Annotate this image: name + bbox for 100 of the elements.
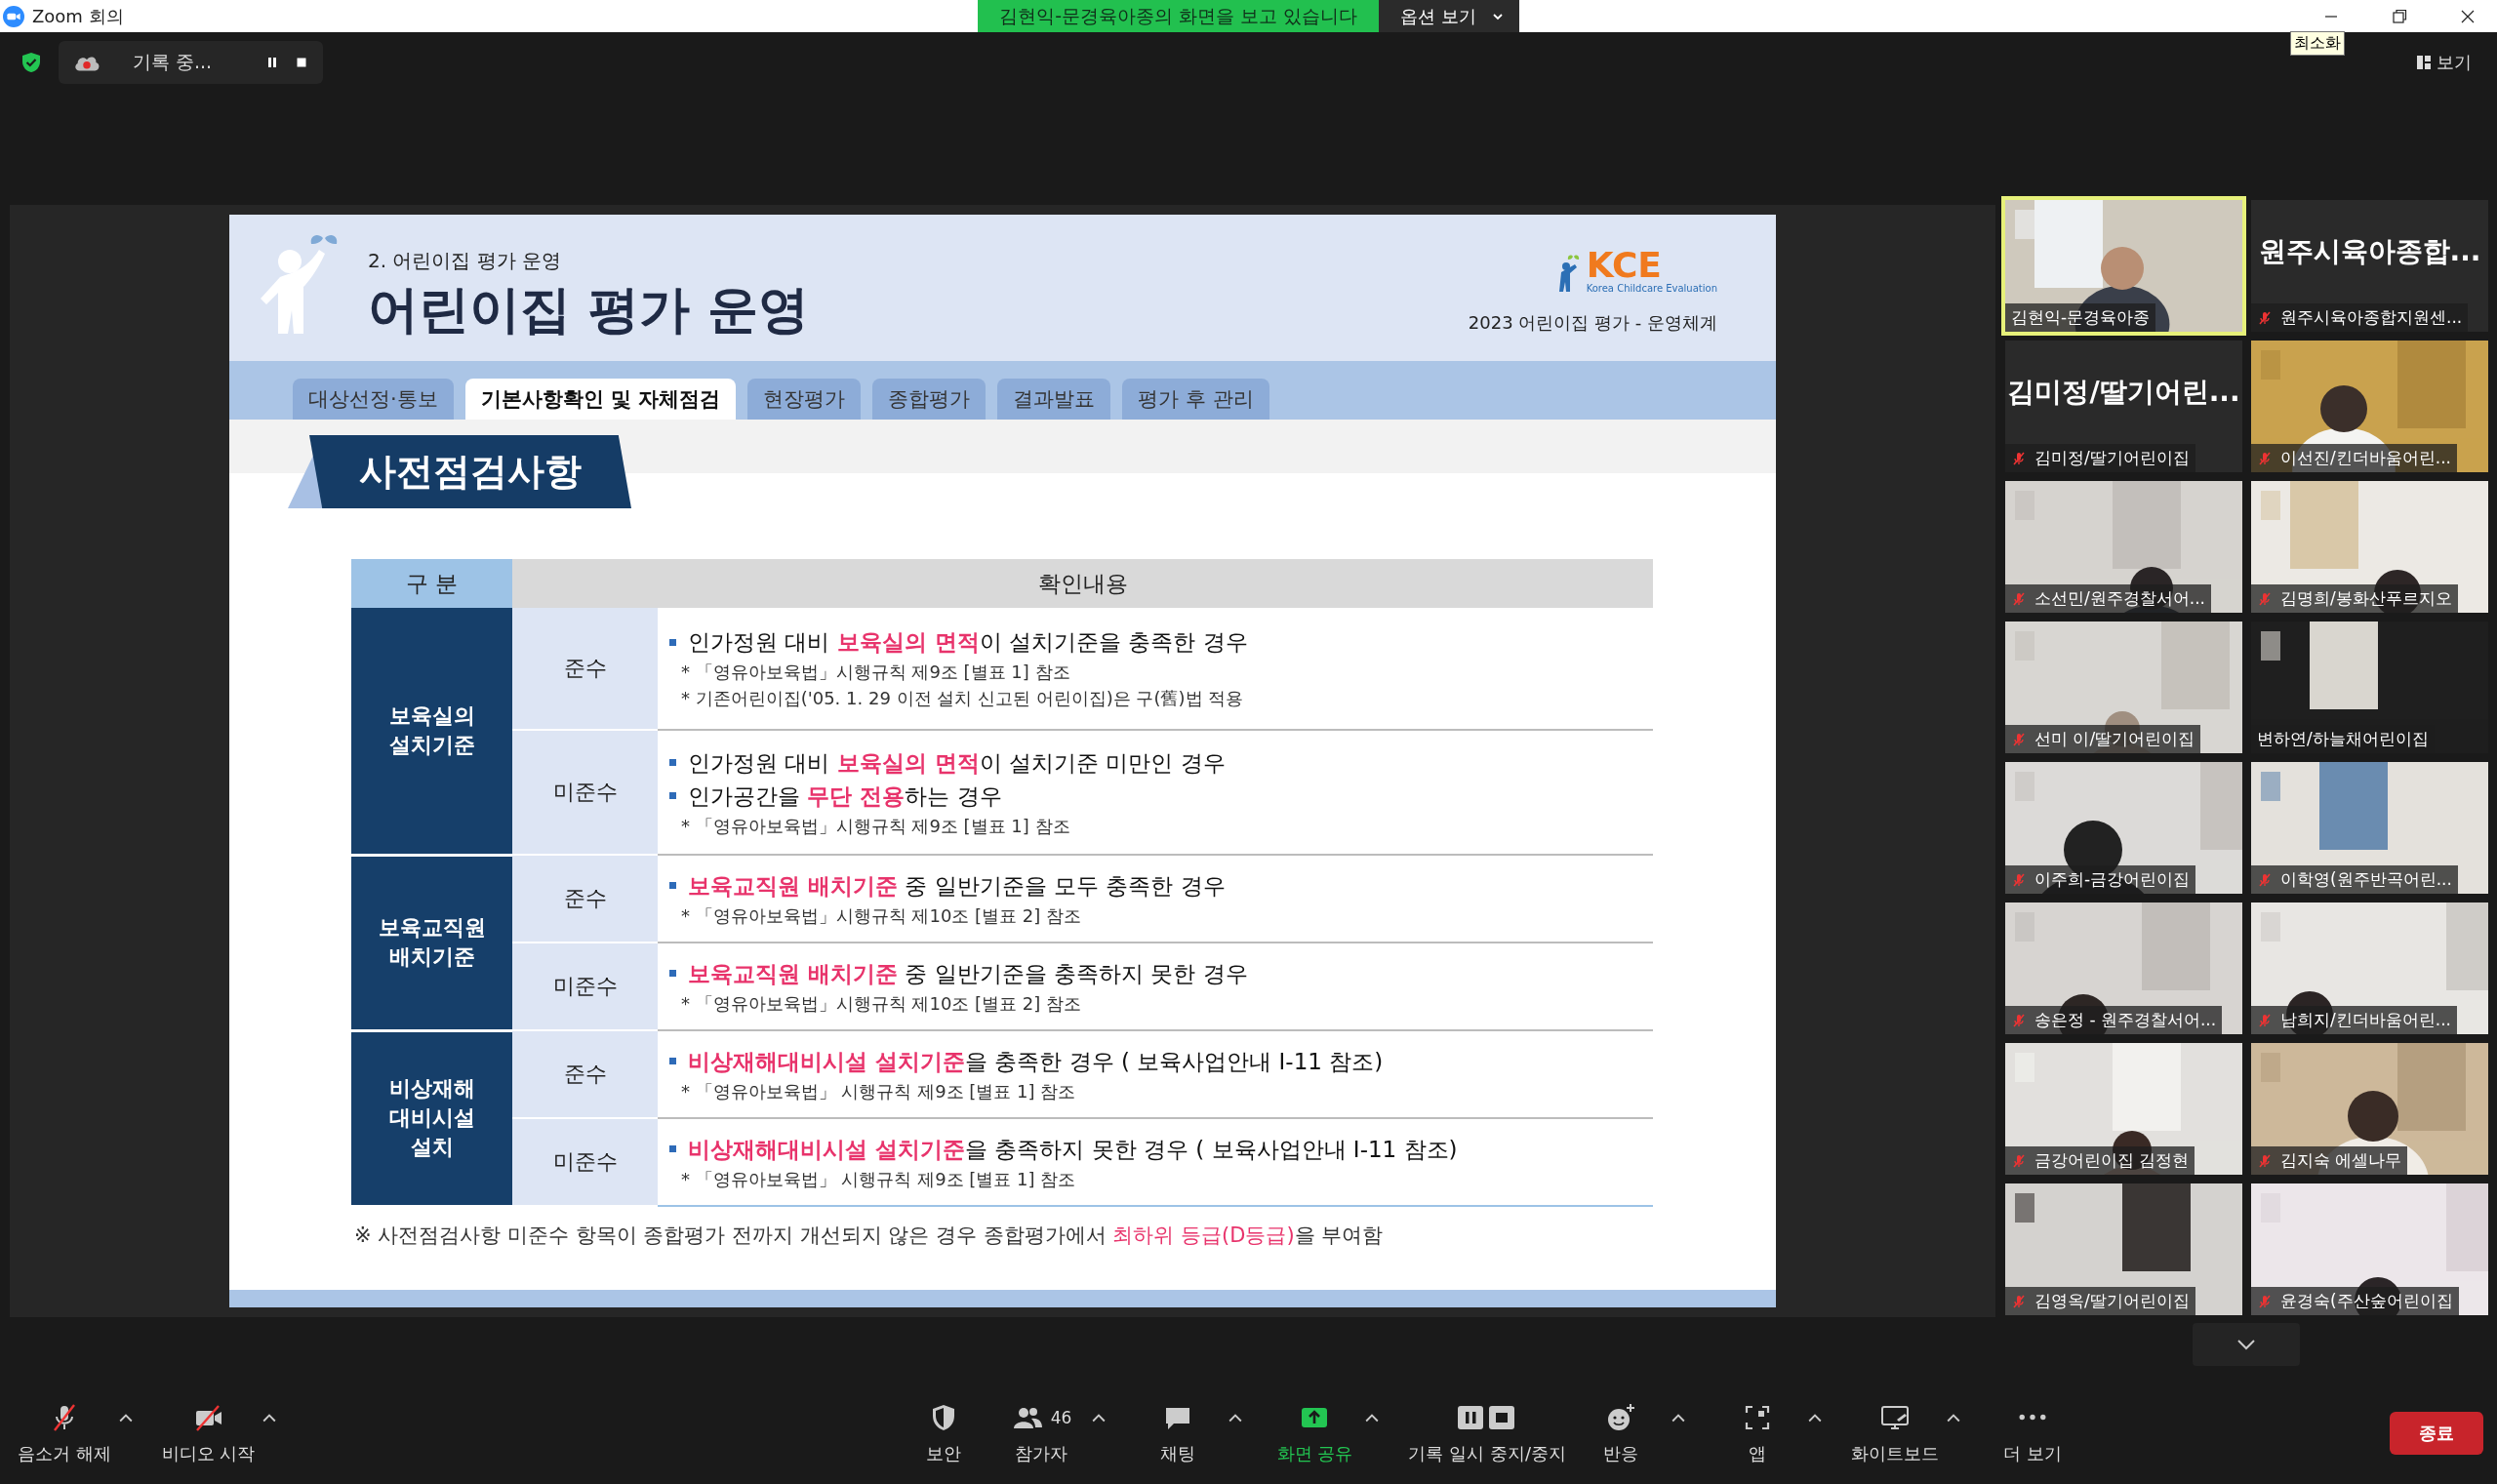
muted-mic-icon [2257,450,2273,466]
participant-name: 윤경숙(주산숲어린이집 [2280,1290,2453,1312]
caret-icon[interactable] [118,1412,133,1423]
muted-mic-icon [2257,871,2273,888]
caret-icon[interactable] [1092,1412,1107,1423]
bullet-icon [669,638,676,646]
apps-button[interactable]: 앱 [1709,1394,1806,1471]
caret-icon[interactable] [1228,1412,1243,1423]
section-label: 2. 어린이집 평가 운영 [368,248,563,274]
caret-icon[interactable] [262,1412,277,1423]
status-cell: 준수 [512,608,658,730]
status-cell: 미준수 [512,1118,658,1206]
table-header-cell: 확인내용 [512,559,1653,608]
shield-check-icon[interactable] [20,51,43,74]
more-button[interactable]: 더 보기 [1984,1394,2081,1471]
video-tile[interactable]: 김영옥/딸기어린이집 [2005,1183,2242,1315]
muted-mic-icon [2257,1152,2273,1169]
muted-mic-icon [2011,450,2027,466]
participant-name: 남희지/킨더바움어린... [2280,1009,2451,1031]
participant-name: 선미 이/딸기어린이집 [2034,728,2195,750]
bullet-icon [669,792,676,799]
bullet-icon [669,882,676,889]
participant-display-name: 김미정/딸기어린... [2007,374,2240,410]
status-cell: 준수 [512,855,658,943]
status-cell: 미준수 [512,943,658,1030]
grid-icon [2417,56,2431,69]
security-button[interactable]: 보안 [895,1394,993,1471]
view-button[interactable]: 보기 [2411,50,2477,75]
video-tile[interactable]: 선미 이/딸기어린이집 [2005,622,2242,753]
video-tile[interactable]: 김지숙 에셀나무 [2251,1043,2488,1175]
participant-name: 김지숙 에셀나무 [2280,1149,2402,1172]
video-tile[interactable]: 남희지/킨더바움어린... [2251,902,2488,1034]
reactions-button[interactable]: 반응 [1572,1394,1670,1471]
reference-note: * 「영유아보육법」시행규칙 제9조 [별표 1] 참조 [681,662,1070,682]
criterion-text: 인가정원 대비 보육실의 면적이 설치기준 미만인 경우 [688,748,1226,778]
reference-note: * 「영유아보육법」시행규칙 제10조 [별표 2] 참조 [681,904,1081,926]
muted-mic-icon [2011,1012,2027,1028]
reference-note: * 「영유아보육법」시행규칙 제9조 [별표 1] 참조 [681,815,1070,836]
caret-icon[interactable] [1947,1412,1960,1423]
view-options-button[interactable]: 옵션 보기 [1379,0,1519,32]
caret-icon[interactable] [1365,1412,1380,1423]
status-cell: 준수 [512,1030,658,1118]
participant-name: 변하연/하늘채어린이집 [2257,728,2429,750]
chat-button[interactable]: 채팅 [1129,1394,1228,1471]
more-dots-icon [2019,1414,2046,1421]
participant-name: 이선진/킨더바움어린... [2280,447,2451,469]
participant-name: 소선민/원주경찰서어... [2034,587,2205,610]
muted-mic-icon [2257,1293,2273,1309]
muted-mic-icon [2257,309,2273,326]
share-button[interactable]: 화면 공유 [1266,1394,1364,1471]
participant-name: 원주시육아종합지원센... [2280,306,2463,329]
criterion-text: 인가공간을 무단 전용하는 경우 [688,782,1002,811]
participant-name: 김현익-문경육아종 [2011,306,2151,329]
criterion-text: 비상재해대비시설 설치기준을 충족하지 못한 경우 ( 보육사업안내 Ⅰ-11 참조) [688,1135,1458,1164]
window-title: Zoom 회의 [32,4,124,28]
bullet-icon [669,759,676,766]
caret-icon[interactable] [1808,1412,1822,1423]
video-tile[interactable]: 송은정 - 원주경찰서어... [2005,902,2242,1034]
video-tile[interactable]: 이학영(원주반곡어린... [2251,762,2488,894]
footnote: ※ 사전점검사항 미준수 항목이 종합평가 전까지 개선되지 않은 경우 종합평가에서 최하위 등급(D등급)을 부여함 [354,1222,1385,1249]
video-tile[interactable]: 이선진/킨더바움어린... [2251,341,2488,472]
participant-name: 이주희-금강어린이집 [2034,868,2191,891]
bullet-icon [669,1058,676,1064]
slide-title: 어린이집 평가 운영 [368,279,810,341]
criterion-text: 인가정원 대비 보육실의 면적이 설치기준을 충족한 경우 [688,628,1248,657]
criterion-text: 보육교직원 배치기준 중 일반기준을 모두 충족한 경우 [688,871,1226,901]
reference-note: * 「영유아보육법」시행규칙 제10조 [별표 2] 참조 [681,992,1081,1014]
end-meeting-button[interactable]: 종료 [2390,1411,2483,1455]
reference-note: * 기존어린이집('05. 1. 29 이전 설치 신고된 어린이집)은 구(舊)법 적용 [681,688,1244,708]
table-header-cell: 구 분 [351,559,512,608]
reference-note: * 「영유아보육법」 시행규칙 제9조 [별표 1] 참조 [681,1168,1076,1189]
bullet-icon [669,970,676,977]
name-tile[interactable]: 김미정/딸기어린... 김미정/딸기어린이집 [2005,341,2242,472]
whiteboard-button[interactable]: 화이트보드 [1845,1394,1945,1471]
video-tile[interactable]: 김명희/봉화산푸르지오 [2251,481,2488,613]
participant-name: 김명희/봉화산푸르지오 [2280,587,2452,610]
category-cell: 보육교직원 배치기준 [351,855,512,1030]
reference-note: * 「영유아보육법」 시행규칙 제9조 [별표 1] 참조 [681,1080,1076,1102]
muted-mic-icon [2257,590,2273,607]
recording-label: 기록 중... [133,50,213,74]
video-tile[interactable]: 금강어린이집 김정현 [2005,1043,2242,1175]
bullet-icon [669,1145,676,1152]
mic-button[interactable]: 음소거 해제 [12,1394,117,1471]
criterion-text: 보육교직원 배치기준 중 일반기준을 충족하지 못한 경우 [688,959,1248,988]
video-tile[interactable]: 소선민/원주경찰서어... [2005,481,2242,613]
record-button[interactable]: 기록 일시 중지/중지 [1402,1394,1572,1471]
muted-mic-icon [2257,1012,2273,1028]
video-button[interactable]: 비디오 시작 [155,1394,262,1471]
participant-display-name: 원주시육아종합... [2258,233,2481,269]
video-tile[interactable]: 이주희-금강어린이집 [2005,762,2242,894]
name-tile[interactable]: 원주시육아종합... 원주시육아종합지원센... [2251,200,2488,332]
status-cell: 미준수 [512,730,658,855]
participants-button[interactable]: 46 참가자 [992,1394,1091,1471]
video-tile[interactable]: 윤경숙(주산숲어린이집 [2251,1183,2488,1315]
kce-logo: KCE Korea Childcare Evaluation [1554,248,1717,294]
participant-name: 김영옥/딸기어린이집 [2034,1290,2190,1312]
caret-icon[interactable] [1671,1412,1685,1423]
muted-mic-icon [2011,731,2027,747]
participant-name: 이학영(원주반곡어린... [2280,868,2452,891]
muted-mic-icon [2011,871,2027,888]
